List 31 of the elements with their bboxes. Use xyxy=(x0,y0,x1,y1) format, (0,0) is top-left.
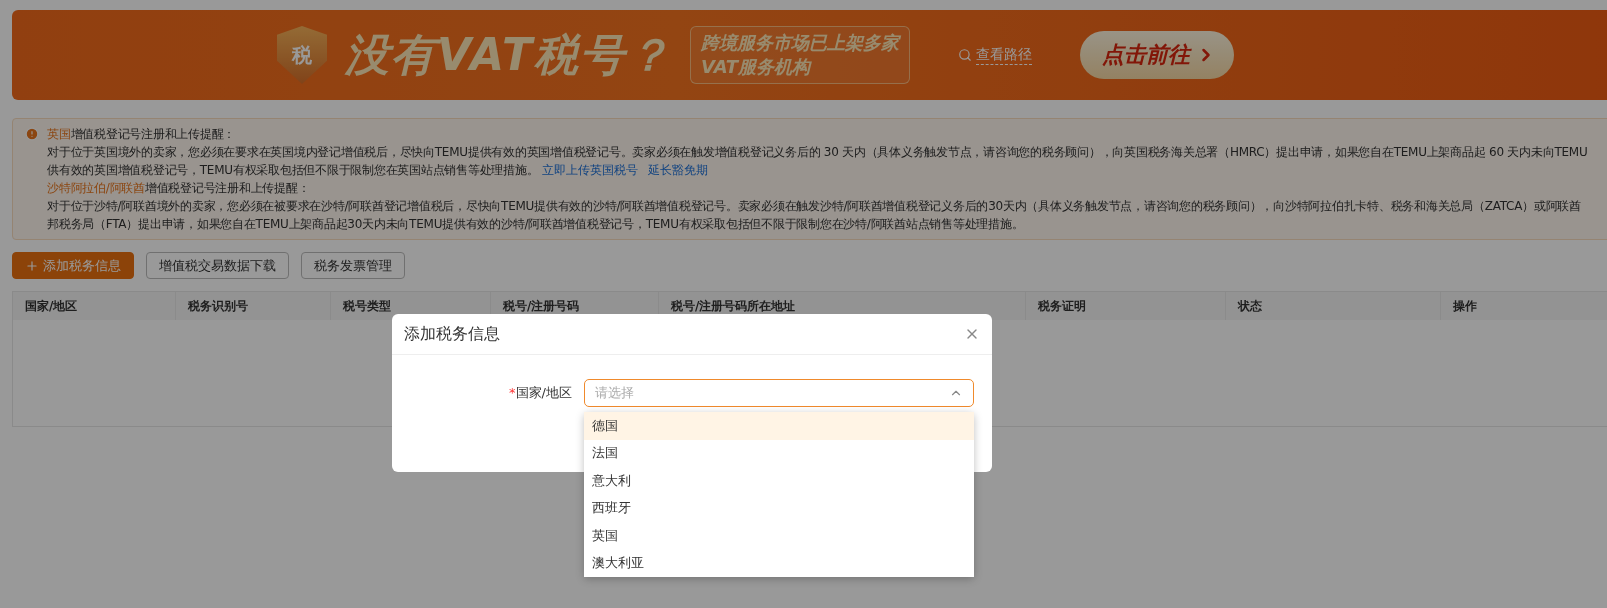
column-header: 操作 xyxy=(1441,292,1607,320)
required-mark: * xyxy=(509,385,516,400)
toolbar-button[interactable]: 税务发票管理 xyxy=(301,252,405,279)
field-label: *国家/地区 xyxy=(508,384,572,402)
notice-text: 对于位于沙特/阿联酋境外的卖家，您必须在被要求在沙特/阿联酋登记增值税后，尽快向TEMU提供有效的沙特/阿联酋增值税登记号。卖家必须在触发沙特/阿联酋增值税登记义务后的30天内（具体义务触发节点，请咨询您的税务顾问），向沙特阿拉伯扎卡特、税务和海关总局（ZATCA）或阿联酋 xyxy=(47,198,1582,215)
dropdown-option[interactable]: 德国 xyxy=(584,412,974,440)
notice-text: 供有效的英国增值税登记号，TEMU有权采取包括但不限于限制您在英国站点销售等处理措施。 xyxy=(47,162,539,179)
column-header: 国家/地区 xyxy=(13,292,176,320)
dropdown-option[interactable]: 澳大利亚 xyxy=(584,549,974,577)
toolbar-button[interactable]: 增值税交易数据下载 xyxy=(146,252,289,279)
plus-icon xyxy=(25,258,39,273)
dropdown-option[interactable]: 西班牙 xyxy=(584,494,974,522)
notice-title: 沙特阿拉伯/阿联酋增值税登记号注册和上传提醒： xyxy=(47,180,311,197)
banner-tagline: VAT服务机构 xyxy=(700,55,813,79)
warning-icon xyxy=(25,127,39,141)
column-header: 税务识别号 xyxy=(176,292,331,320)
dropdown-option[interactable]: 英国 xyxy=(584,522,974,550)
notice-link[interactable]: 延长豁免期 xyxy=(648,161,709,179)
notice-text: 邦税务局（FTA）提出申请，如果您自在TEMU上架商品起30天内未向TEMU提供有效的沙特/阿联酋增值税登记号，TEMU有权采取包括但不限于限制您在沙特/阿联酋站点销售等处理措施。 xyxy=(47,216,1025,233)
banner-tagline: 跨境服务市场已上架多家 xyxy=(700,31,899,55)
column-header: 状态 xyxy=(1226,292,1441,320)
banner-headline: 没有VAT税号？ xyxy=(345,27,672,82)
column-header: 税务证明 xyxy=(1026,292,1226,320)
dialog-title: 添加税务信息 xyxy=(404,323,500,345)
dropdown-option[interactable]: 意大利 xyxy=(584,467,974,495)
notice-title: 英国增值税登记号注册和上传提醒： xyxy=(47,126,236,143)
dropdown-option[interactable]: 法国 xyxy=(584,439,974,467)
shield-badge: 税 xyxy=(277,26,327,84)
notice-link[interactable]: 立即上传英国税号 xyxy=(542,161,639,179)
search-icon xyxy=(957,48,972,62)
notice-text: 对于位于英国境外的卖家，您必须在要求在英国境内登记增值税后，尽快向TEMU提供有效的英国增值税登记号。卖家必须在触发增值税登记义务后的 30 天内（具体义务触发节点，请咨询您的税务顾问），向英国税务海关总署（HMRC）提出申请，如果您自在TEMU上架商品起 60 天内未向TEMU xyxy=(47,144,1588,161)
